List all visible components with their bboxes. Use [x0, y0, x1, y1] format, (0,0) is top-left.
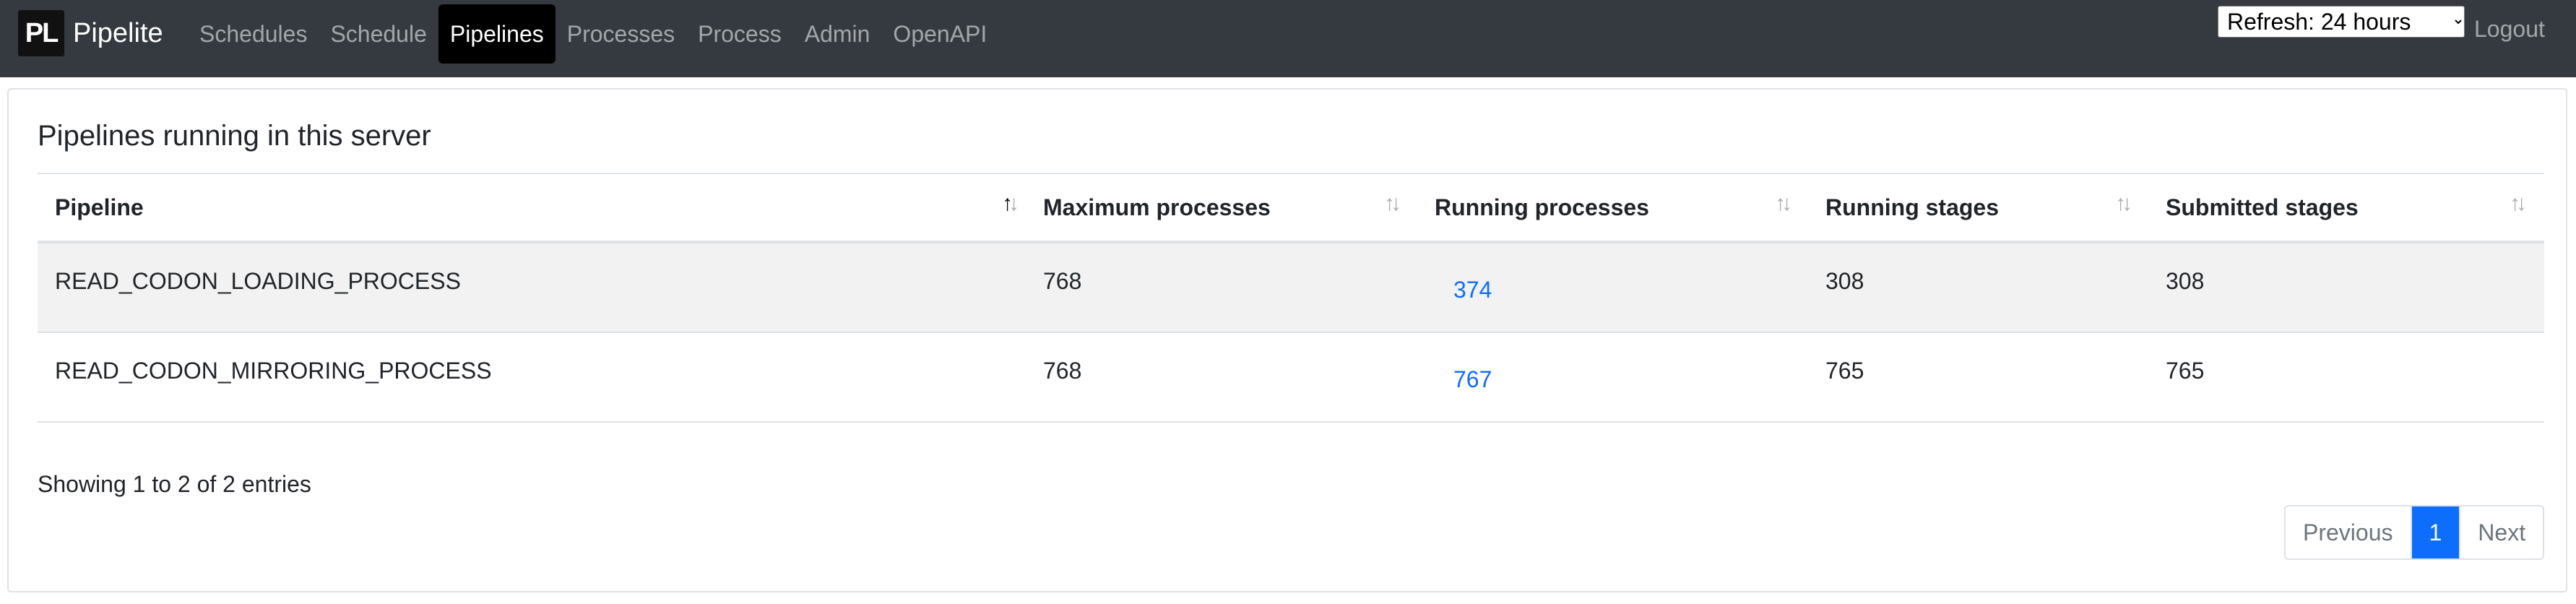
nav-item-schedule[interactable]: Schedule	[319, 4, 438, 64]
brand[interactable]: PL Pipelite	[18, 10, 163, 56]
card-title: Pipelines running in this server	[38, 120, 431, 152]
cell-submitted-stages: 308	[2166, 268, 2205, 294]
brand-name: Pipelite	[73, 17, 163, 48]
sort-icon[interactable]: ↑↓	[1775, 191, 1792, 216]
cell-pipeline: READ_CODON_MIRRORING_PROCESS	[55, 358, 492, 384]
sort-icon[interactable]: ↑↓	[2115, 191, 2132, 216]
column-header-submitted-stages[interactable]: Submitted stages	[2166, 174, 2359, 241]
column-label: Running processes	[1435, 194, 1649, 220]
column-label: Pipeline	[55, 194, 144, 220]
pagination: Previous 1 Next	[2284, 505, 2545, 560]
nav-item-pipelines[interactable]: Pipelines	[438, 4, 556, 64]
column-label: Submitted stages	[2166, 194, 2359, 220]
cell-maximum-processes: 768	[1043, 358, 1082, 384]
next-page-button[interactable]: Next	[2460, 506, 2543, 558]
previous-page-button[interactable]: Previous	[2286, 506, 2412, 558]
navbar: PL Pipelite Schedules Schedule Pipelines…	[0, 0, 2576, 77]
pipelines-card: Pipelines running in this server Pipelin…	[7, 88, 2567, 592]
nav-item-processes[interactable]: Processes	[556, 4, 686, 64]
table-row: READ_CODON_MIRRORING_PROCESS 768 767 765…	[38, 333, 2544, 423]
page-1-button[interactable]: 1	[2411, 506, 2461, 558]
column-header-pipeline[interactable]: Pipeline	[55, 174, 144, 241]
column-label: Maximum processes	[1043, 194, 1271, 220]
column-header-running-processes[interactable]: Running processes	[1435, 174, 1649, 241]
refresh-select[interactable]: Refresh: 24 hours	[2218, 6, 2465, 38]
brand-logo: PL	[18, 10, 64, 56]
cell-running-stages: 308	[1825, 268, 1864, 294]
sort-asc-icon[interactable]: ↑↓	[1002, 191, 1019, 216]
cell-submitted-stages: 765	[2166, 358, 2205, 384]
sort-icon[interactable]: ↑↓	[1384, 191, 1401, 216]
nav-menu: Schedules Schedule Pipelines Processes P…	[188, 4, 998, 64]
column-label: Running stages	[1825, 194, 2000, 220]
running-processes-link[interactable]: 374	[1453, 277, 1492, 303]
sort-icon[interactable]: ↑↓	[2510, 191, 2527, 216]
nav-item-admin[interactable]: Admin	[793, 4, 882, 64]
cell-pipeline: READ_CODON_LOADING_PROCESS	[55, 268, 461, 294]
cell-maximum-processes: 768	[1043, 268, 1082, 294]
nav-item-process[interactable]: Process	[686, 4, 793, 64]
nav-item-schedules[interactable]: Schedules	[188, 4, 319, 64]
cell-running-stages: 765	[1825, 358, 1864, 384]
table-row: READ_CODON_LOADING_PROCESS 768 374 308 3…	[38, 243, 2544, 333]
table-header: Pipeline ↑↓ Maximum processes ↑↓ Running…	[38, 174, 2544, 243]
column-header-maximum-processes[interactable]: Maximum processes	[1043, 174, 1271, 241]
table-info: Showing 1 to 2 of 2 entries	[38, 471, 311, 497]
nav-item-openapi[interactable]: OpenAPI	[881, 4, 998, 64]
running-processes-link[interactable]: 767	[1453, 366, 1492, 393]
column-header-running-stages[interactable]: Running stages	[1825, 174, 1999, 241]
logout-link[interactable]: Logout	[2474, 16, 2545, 43]
